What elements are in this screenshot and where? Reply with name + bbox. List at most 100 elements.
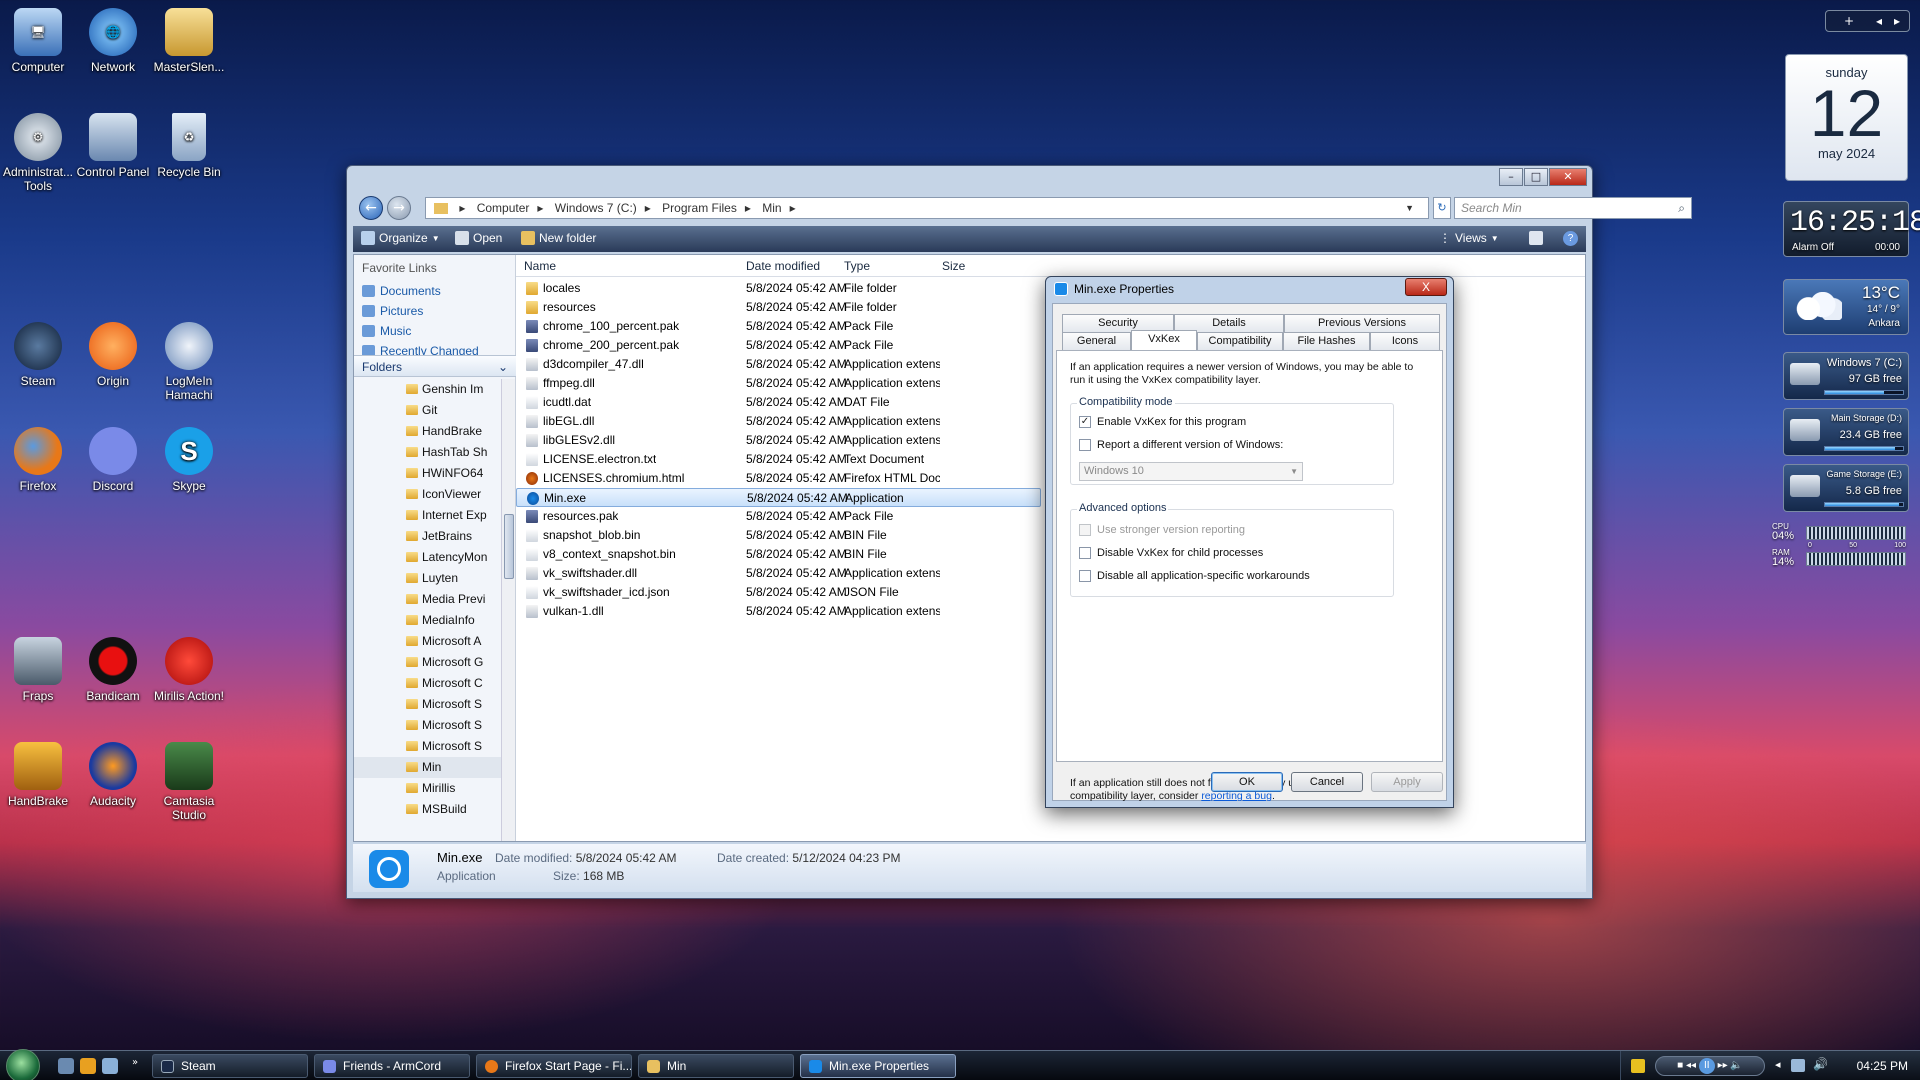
scrollbar-thumb[interactable]	[504, 514, 514, 579]
file-row[interactable]: libEGL.dll 5/8/2024 05:42 AM Application e…	[516, 412, 1041, 431]
column-name[interactable]: Name	[524, 259, 556, 273]
file-row[interactable]: vk_swiftshader_icd.json 5/8/2024 05:42 AM…	[516, 583, 1041, 602]
close-button[interactable]: ✕	[1549, 168, 1587, 186]
tree-item[interactable]: HashTab Sh	[354, 442, 502, 463]
tree-item[interactable]: Git	[354, 400, 502, 421]
switch-windows-icon[interactable]	[102, 1058, 118, 1074]
forward-button[interactable]: →	[387, 196, 411, 220]
quicklaunch-more-icon[interactable]: »	[132, 1057, 138, 1068]
network-tray-icon[interactable]	[1791, 1059, 1805, 1072]
apply-button[interactable]: Apply	[1371, 772, 1443, 792]
tab-vxkex[interactable]: VxKex	[1131, 330, 1197, 350]
folders-header[interactable]: Folders ⌄	[354, 355, 516, 377]
file-row[interactable]: LICENSE.electron.txt 5/8/2024 05:42 AM Tex…	[516, 450, 1041, 469]
desktop-icon-recycle-bin[interactable]: ♻ Recycle Bin	[149, 113, 229, 179]
file-row[interactable]: v8_context_snapshot.bin 5/8/2024 05:42 AM…	[516, 545, 1041, 564]
views-button[interactable]: ⋮ Views ▼	[1439, 231, 1499, 245]
file-row[interactable]: ffmpeg.dll 5/8/2024 05:42 AM Application e…	[516, 374, 1041, 393]
back-button[interactable]: ←	[359, 196, 383, 220]
desktop-icon-discord[interactable]: Discord	[73, 427, 153, 493]
disable-workarounds-checkbox[interactable]: Disable all application-specific workaro…	[1079, 570, 1310, 582]
desktop-icon-computer[interactable]: 🖥 Computer	[0, 8, 78, 74]
taskbar-properties[interactable]: Min.exe Properties	[800, 1054, 956, 1078]
tree-item[interactable]: MSBuild	[354, 799, 502, 820]
media-player-icon[interactable]	[80, 1058, 96, 1074]
tree-item[interactable]: IconViewer	[354, 484, 502, 505]
chevron-right-icon[interactable]: ▸	[1894, 11, 1900, 31]
file-row[interactable]: libGLESv2.dll 5/8/2024 05:42 AM Applicatio…	[516, 431, 1041, 450]
report-version-checkbox[interactable]: Report a different version of Windows:	[1079, 439, 1283, 451]
cancel-button[interactable]: Cancel	[1291, 772, 1363, 792]
tab-file-hashes[interactable]: File Hashes	[1283, 332, 1370, 350]
tree-item[interactable]: MediaInfo	[354, 610, 502, 631]
taskbar-clock[interactable]: 04:25 PM	[1857, 1059, 1908, 1073]
weather-gadget[interactable]: 13°C 14° / 9° Ankara	[1783, 279, 1909, 335]
breadcrumb-program-files[interactable]: Program Files	[662, 201, 737, 215]
tree-item[interactable]: HandBrake	[354, 421, 502, 442]
preview-pane-icon[interactable]	[1529, 231, 1543, 245]
desktop-icon-admin-tools[interactable]: ⚙ Administrat... Tools	[0, 113, 78, 193]
drive-gadget-e[interactable]: Game Storage (E:) 5.8 GB free	[1783, 464, 1909, 512]
cpu-ram-meter[interactable]: CPU 04% 0 50 100 RAM 14%	[1770, 522, 1910, 568]
drive-gadget-d[interactable]: Main Storage (D:) 23.4 GB free	[1783, 408, 1909, 456]
tray-expand-icon[interactable]: ◂	[1775, 1058, 1781, 1071]
file-row[interactable]: vulkan-1.dll 5/8/2024 05:42 AM Application…	[516, 602, 1041, 621]
file-row[interactable]: snapshot_blob.bin 5/8/2024 05:42 AM BIN Fi…	[516, 526, 1041, 545]
breadcrumb-computer[interactable]: Computer	[477, 201, 530, 215]
clock-gadget[interactable]: 16:25:18 Alarm Off 00:00	[1783, 201, 1920, 257]
tab-previous-versions[interactable]: Previous Versions	[1284, 314, 1440, 332]
add-gadget-button[interactable]: +	[1844, 11, 1854, 31]
breadcrumb-drive[interactable]: Windows 7 (C:)	[555, 201, 637, 215]
tree-item[interactable]: LatencyMon	[354, 547, 502, 568]
drive-gadget-c[interactable]: Windows 7 (C:) 97 GB free	[1783, 352, 1909, 400]
taskbar-min-folder[interactable]: Min	[638, 1054, 794, 1078]
desktop-icon-steam[interactable]: Steam	[0, 322, 78, 388]
column-date-modified[interactable]: Date modified	[746, 259, 820, 273]
column-size[interactable]: Size	[942, 259, 965, 273]
file-row[interactable]: icudtl.dat 5/8/2024 05:42 AM DAT File	[516, 393, 1041, 412]
start-button[interactable]	[6, 1049, 40, 1080]
file-row[interactable]: d3dcompiler_47.dll 5/8/2024 05:42 AM Appli…	[516, 355, 1041, 374]
file-row[interactable]: vk_swiftshader.dll 5/8/2024 05:42 AM Appli…	[516, 564, 1041, 583]
tree-item[interactable]: Microsoft C	[354, 673, 502, 694]
nav-link-documents[interactable]: Documents	[354, 281, 515, 301]
file-row[interactable]: LICENSES.chromium.html 5/8/2024 05:42 AM F…	[516, 469, 1041, 488]
desktop-icon-skype[interactable]: S Skype	[149, 427, 229, 493]
desktop-icon-camtasia[interactable]: Camtasia Studio	[149, 742, 229, 822]
desktop-icon-network[interactable]: 🌐 Network	[73, 8, 153, 74]
enable-vxkex-checkbox[interactable]: ✓ Enable VxKex for this program	[1079, 416, 1246, 428]
file-row[interactable]: resources.pak 5/8/2024 05:42 AM Pack File	[516, 507, 1041, 526]
file-row[interactable]: chrome_200_percent.pak 5/8/2024 05:42 AM P…	[516, 336, 1041, 355]
desktop-icon-audacity[interactable]: Audacity	[73, 742, 153, 808]
tab-general[interactable]: General	[1062, 332, 1131, 350]
help-icon[interactable]: ?	[1563, 231, 1578, 246]
desktop-icon-hamachi[interactable]: LogMeIn Hamachi	[149, 322, 229, 402]
media-controls[interactable]: ■ ◂◂ II ▸▸ 🔈	[1655, 1056, 1765, 1076]
desktop-icon-mirilis[interactable]: Mirilis Action!	[149, 637, 229, 703]
show-desktop-icon[interactable]	[58, 1058, 74, 1074]
chevron-left-icon[interactable]: ◂	[1876, 11, 1882, 31]
tree-item[interactable]: Microsoft G	[354, 652, 502, 673]
organize-button[interactable]: Organize ▼	[361, 231, 440, 245]
disable-child-checkbox[interactable]: Disable VxKex for child processes	[1079, 547, 1263, 559]
tree-item-min[interactable]: Min	[354, 757, 502, 778]
tree-item[interactable]: HWiNFO64	[354, 463, 502, 484]
tree-item[interactable]: Internet Exp	[354, 505, 502, 526]
file-row[interactable]: resources 5/8/2024 05:42 AM File folder	[516, 298, 1041, 317]
minimize-button[interactable]: –	[1499, 168, 1523, 186]
file-row[interactable]: locales 5/8/2024 05:42 AM File folder	[516, 279, 1041, 298]
refresh-button[interactable]: ↻	[1433, 197, 1451, 219]
tree-item[interactable]: Microsoft S	[354, 736, 502, 757]
desktop-icon-bandicam[interactable]: Bandicam	[73, 637, 153, 703]
nav-link-pictures[interactable]: Pictures	[354, 301, 515, 321]
taskbar-armcord[interactable]: Friends - ArmCord	[314, 1054, 470, 1078]
address-bar[interactable]: ▸ Computer ▸ Windows 7 (C:) ▸ Program File…	[425, 197, 1429, 219]
desktop-icon-masterslen[interactable]: MasterSlen...	[149, 8, 229, 74]
search-input[interactable]: Search Min ⌕	[1454, 197, 1692, 219]
tree-item[interactable]: Microsoft S	[354, 694, 502, 715]
desktop-icon-control-panel[interactable]: Control Panel	[73, 113, 153, 179]
file-row[interactable]: chrome_100_percent.pak 5/8/2024 05:42 AM P…	[516, 317, 1041, 336]
tree-item[interactable]: Mirillis	[354, 778, 502, 799]
stronger-version-checkbox[interactable]: Use stronger version reporting	[1079, 524, 1245, 536]
address-dropdown-icon[interactable]: ▼	[1405, 198, 1414, 218]
